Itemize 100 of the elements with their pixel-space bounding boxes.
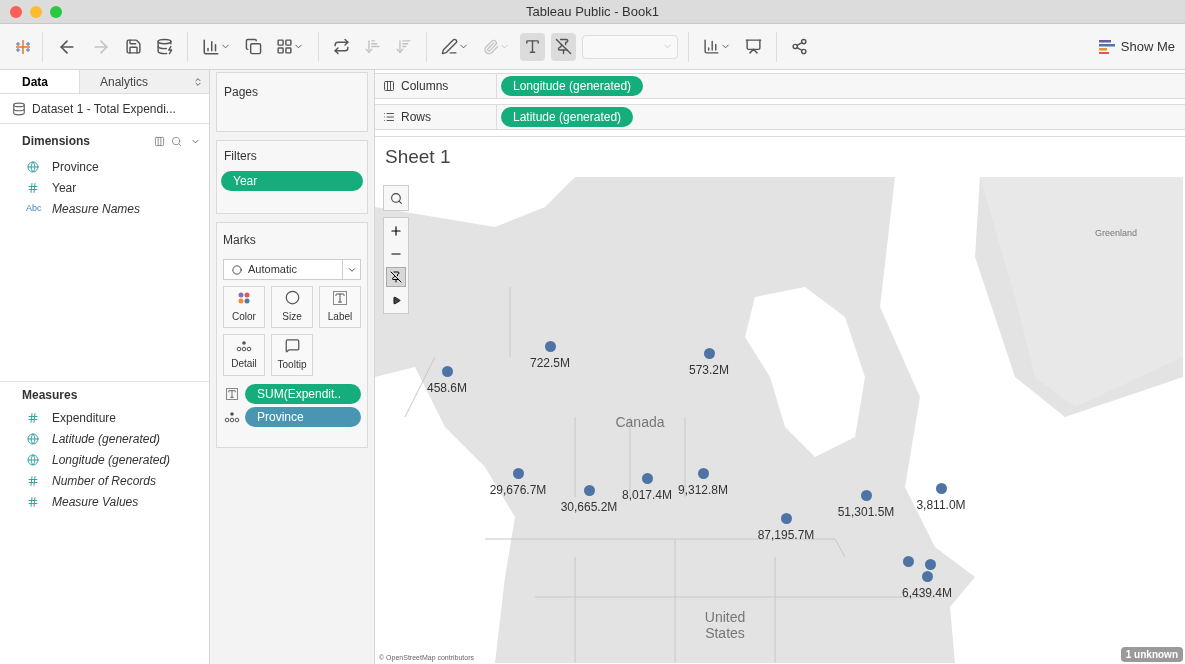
- hash-icon: [27, 411, 39, 424]
- play-icon: [391, 295, 401, 305]
- place-label: United States: [703, 609, 747, 641]
- card-title: Pages: [224, 85, 259, 99]
- sort-ascending-icon: [364, 38, 381, 55]
- hash-icon: [27, 495, 39, 508]
- map-point[interactable]: [512, 468, 524, 479]
- text-icon: [524, 38, 541, 55]
- pin-button[interactable]: [551, 32, 576, 61]
- shelf-label: Rows: [401, 109, 431, 126]
- map-point[interactable]: [641, 473, 653, 484]
- pen-icon: [441, 38, 458, 55]
- circle-icon: [232, 264, 242, 275]
- field-item[interactable]: Latitude (generated): [52, 429, 161, 448]
- presentation-icon: [745, 38, 762, 55]
- logo-icon[interactable]: [14, 37, 32, 56]
- map-point[interactable]: [860, 490, 872, 501]
- show-labels-button[interactable]: [520, 32, 545, 61]
- data-label: 3,811.0M: [916, 497, 966, 514]
- paperclip-icon: [483, 38, 499, 55]
- globe-icon: [27, 453, 39, 466]
- hash-icon: [27, 474, 39, 487]
- globe-icon: [27, 160, 39, 173]
- rows-icon: [383, 111, 395, 123]
- data-label: 9,312.8M: [677, 482, 728, 499]
- place-label: Greenland: [1095, 227, 1138, 240]
- show-me-button[interactable]: Show Me: [1098, 36, 1175, 57]
- map-point[interactable]: [441, 366, 453, 377]
- field-item[interactable]: Year: [52, 178, 77, 197]
- mark-property-button[interactable]: Color: [223, 286, 265, 328]
- map-point[interactable]: [697, 468, 709, 479]
- field-item[interactable]: Measure Values: [52, 492, 139, 511]
- field-item[interactable]: Number of Records: [52, 471, 157, 490]
- plus-icon: [389, 224, 403, 238]
- copy-icon: [245, 38, 262, 55]
- sort-descending-icon: [395, 38, 412, 55]
- pin-icon: [555, 38, 572, 55]
- text-label-icon: [333, 290, 347, 305]
- speech-bubble-icon: [284, 338, 300, 353]
- window-title: Tableau Public - Book1: [526, 2, 659, 21]
- pane-tab[interactable]: Analytics: [80, 70, 209, 93]
- data-label: 30,665.2M: [560, 499, 618, 516]
- map-point[interactable]: [921, 571, 933, 582]
- shape-icon: [284, 290, 300, 305]
- field-item[interactable]: Measure Names: [52, 199, 141, 218]
- data-label: 722.5M: [530, 355, 570, 372]
- pin-icon: [390, 271, 402, 283]
- close-button[interactable]: [10, 5, 22, 18]
- mark-type-dropdown[interactable]: Automatic: [223, 259, 361, 280]
- map-search-button[interactable]: [383, 185, 409, 211]
- save-icon: [125, 38, 142, 55]
- globe-icon: [27, 432, 39, 445]
- data-label: 6,439.4M: [901, 585, 952, 602]
- map-point[interactable]: [780, 513, 792, 524]
- grid-icon[interactable]: [154, 135, 165, 147]
- data-label: 51,301.5M: [837, 504, 895, 521]
- card-title: Filters: [223, 148, 258, 165]
- mark-property-button[interactable]: Tooltip: [271, 334, 313, 376]
- data-label: 458.6M: [427, 380, 467, 397]
- data-label: 573.2M: [689, 362, 729, 379]
- shelf-label: Columns: [401, 78, 449, 95]
- mark-property-button[interactable]: Size: [271, 286, 313, 328]
- dots-icon: [236, 339, 252, 352]
- share-icon: [791, 38, 808, 55]
- data-label: 29,676.7M: [489, 482, 547, 499]
- stepper-icon: [193, 76, 203, 87]
- database-icon: [12, 101, 26, 116]
- section-title: Dimensions: [22, 133, 91, 150]
- bar-chart-icon: [703, 38, 720, 55]
- type-glyph: Abc: [26, 201, 40, 215]
- map-point[interactable]: [583, 485, 595, 496]
- place-label: Canada: [614, 414, 666, 430]
- map-point[interactable]: [935, 483, 947, 494]
- swap-icon: [333, 38, 350, 55]
- mark-property-button[interactable]: Detail: [223, 334, 265, 376]
- data-source[interactable]: Dataset 1 - Total Expendi...: [32, 99, 176, 118]
- field-item[interactable]: Longitude (generated): [52, 450, 171, 469]
- mark-property-button[interactable]: Label: [319, 286, 361, 328]
- database-icon: [156, 38, 173, 55]
- map-pin-button[interactable]: [386, 267, 406, 287]
- text-label-icon: [226, 388, 238, 400]
- columns-icon: [383, 80, 395, 92]
- map-point[interactable]: [703, 348, 715, 359]
- card-title: Marks: [223, 232, 257, 249]
- field-item[interactable]: Province: [52, 157, 99, 176]
- sheet-title: Sheet 1: [385, 144, 451, 169]
- color-dots-icon: [237, 290, 251, 305]
- dots-icon: [224, 411, 240, 423]
- hash-icon: [27, 181, 39, 194]
- bar-chart-icon: [202, 37, 220, 56]
- section-title: Measures: [22, 386, 78, 404]
- data-label: 8,017.4M: [621, 487, 672, 504]
- map-point[interactable]: [544, 341, 556, 352]
- map-point[interactable]: [924, 559, 936, 570]
- grid-icon: [276, 38, 293, 55]
- search-icon[interactable]: [171, 135, 182, 147]
- field-item[interactable]: Expenditure: [52, 408, 117, 427]
- data-label: 87,195.7M: [757, 527, 815, 544]
- map-point[interactable]: [902, 556, 914, 567]
- bars-icon: [1098, 39, 1115, 54]
